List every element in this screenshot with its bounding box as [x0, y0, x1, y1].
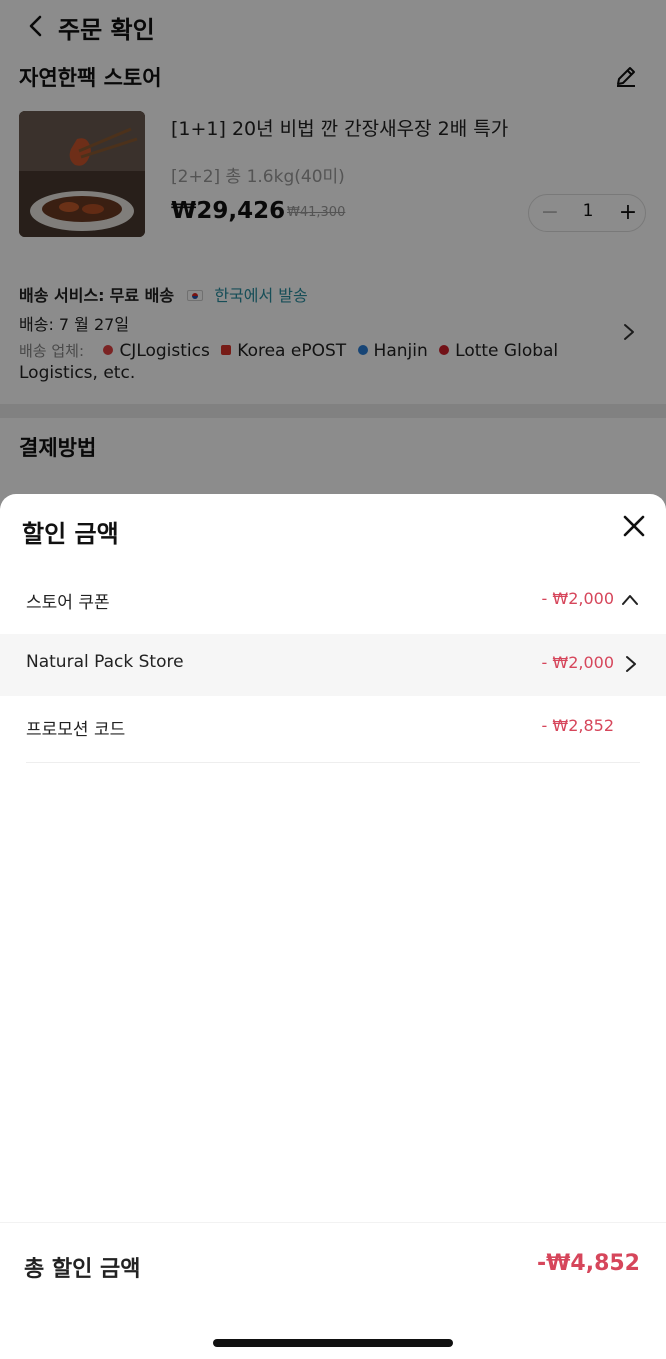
promo-code-amount: - ₩2,852 — [541, 716, 614, 735]
natural-pack-store-row[interactable]: Natural Pack Store - ₩2,000 — [0, 634, 666, 696]
chevron-right-icon[interactable] — [620, 654, 640, 674]
total-discount-bar: 총 할인 금액 -₩4,852 — [0, 1222, 666, 1359]
total-discount-amount: -₩4,852 — [537, 1251, 640, 1276]
natural-pack-store-label: Natural Pack Store — [26, 652, 184, 672]
home-indicator[interactable] — [213, 1339, 453, 1347]
discount-bottom-sheet: 할인 금액 스토어 쿠폰 - ₩2,000 Natural Pack Store… — [0, 494, 666, 1359]
store-coupon-amount: - ₩2,000 — [541, 589, 614, 608]
store-coupon-label: 스토어 쿠폰 — [26, 593, 110, 613]
list-divider — [26, 762, 640, 763]
natural-pack-store-amount: - ₩2,000 — [541, 653, 614, 672]
modal-backdrop[interactable] — [0, 0, 666, 520]
store-coupon-row[interactable]: 스토어 쿠폰 - ₩2,000 — [0, 570, 666, 632]
chevron-up-icon[interactable] — [620, 590, 640, 610]
total-discount-label: 총 할인 금액 — [24, 1257, 141, 1282]
order-confirm-page: 주문 확인 자연한팩 스토어 [1+1] 20년 비법 깐 간장새우장 2배 특… — [0, 0, 666, 520]
close-icon[interactable] — [620, 512, 648, 540]
promo-code-row[interactable]: 프로모션 코드 - ₩2,852 — [0, 697, 666, 759]
sheet-title: 할인 금액 — [22, 520, 119, 548]
promo-code-label: 프로모션 코드 — [26, 720, 126, 740]
